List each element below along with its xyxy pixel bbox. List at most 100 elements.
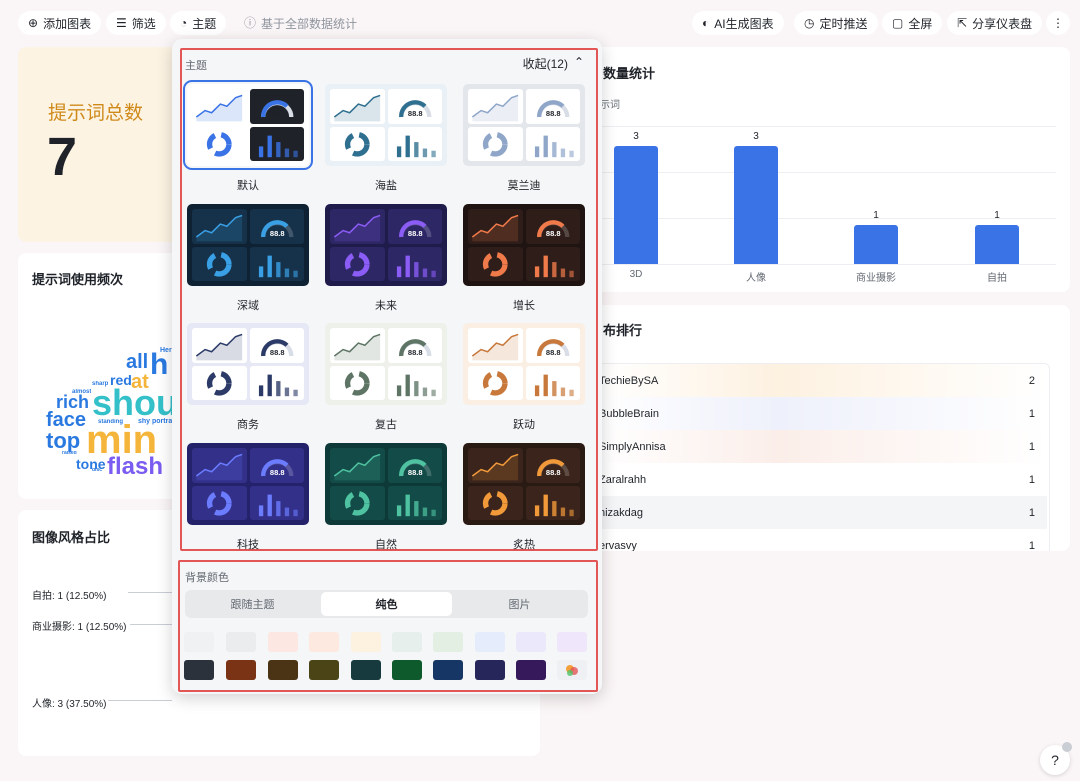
- stat-scope-label: ⓘ 基于全部数据统计: [244, 16, 358, 31]
- color-swatch[interactable]: [351, 660, 381, 680]
- plus-circle-icon: ⊕: [28, 16, 39, 30]
- tab-follow-theme[interactable]: 跟随主题: [187, 592, 318, 616]
- color-swatch[interactable]: [433, 632, 463, 652]
- ranking-row: Zaralrahh 1: [599, 463, 1047, 496]
- wordcloud-word: Her: [160, 347, 172, 354]
- color-swatch[interactable]: [557, 632, 587, 652]
- ranking-value: 1: [1028, 506, 1035, 519]
- wordcloud-title: 提示词使用频次: [32, 272, 124, 287]
- theme-option[interactable]: 88.8: [183, 80, 313, 170]
- theme-option[interactable]: 88.8: [463, 84, 585, 166]
- info-icon: ⓘ: [244, 16, 257, 30]
- theme-preview-cell: [192, 328, 247, 363]
- theme-name: 跃动: [513, 419, 535, 431]
- custom-color-picker-icon[interactable]: [557, 660, 587, 680]
- theme-option[interactable]: 88.8: [463, 204, 585, 286]
- theme-preview-cell: 88.8: [249, 328, 304, 363]
- ai-chart-button[interactable]: ◐ AI生成图表: [692, 11, 784, 35]
- theme-option[interactable]: 88.8: [325, 204, 447, 286]
- color-swatch[interactable]: [351, 632, 381, 652]
- color-swatch[interactable]: [309, 660, 339, 680]
- wordcloud-word: raised: [62, 451, 77, 456]
- color-swatch[interactable]: [475, 632, 505, 652]
- theme-preview-cell: [249, 246, 304, 281]
- theme-option[interactable]: 88.8: [325, 443, 447, 525]
- theme-preview-cell: 88.8: [249, 89, 304, 124]
- theme-preview-cell: [387, 246, 442, 281]
- tab-solid-color[interactable]: 纯色: [321, 592, 452, 616]
- bar-chart-category-label: 商业摄影: [856, 273, 896, 284]
- theme-preview-cell: 88.8: [387, 209, 442, 244]
- more-button[interactable]: ⋮: [1046, 11, 1070, 35]
- color-swatch[interactable]: [309, 632, 339, 652]
- svg-text:88.8: 88.8: [269, 229, 284, 238]
- theme-preview-cell: [192, 448, 247, 483]
- bar-chart-gridline: [600, 172, 1056, 173]
- theme-preview-cell: [387, 365, 442, 400]
- theme-preview-cell: [330, 328, 385, 363]
- theme-preview-cell: [468, 89, 523, 124]
- pie-label: 商业摄影: 1 (12.50%): [32, 622, 127, 633]
- theme-option[interactable]: 88.8: [187, 443, 309, 525]
- add-chart-button[interactable]: ⊕ 添加图表: [18, 11, 102, 35]
- wordcloud-word: face: [46, 410, 87, 430]
- ranking-row: TechieBySA 2: [599, 364, 1047, 397]
- theme-name: 科技: [237, 539, 259, 551]
- theme-preview-cell: 88.8: [387, 448, 442, 483]
- theme-preview-cell: [330, 365, 385, 400]
- color-swatch[interactable]: [392, 660, 422, 680]
- theme-option[interactable]: 88.8: [325, 323, 447, 405]
- bar-chart-category-label: 3D: [629, 269, 643, 280]
- color-swatch[interactable]: [226, 632, 256, 652]
- theme-option[interactable]: 88.8: [463, 323, 585, 405]
- theme-button[interactable]: ◔ 主题: [170, 11, 227, 35]
- theme-preview-cell: [330, 89, 385, 124]
- collapse-toggle[interactable]: 收起(12) ⌃: [523, 55, 584, 72]
- theme-preview-cell: [249, 485, 304, 520]
- tab-image[interactable]: 图片: [454, 592, 585, 616]
- ranking-name: BubbleBrain: [599, 407, 659, 420]
- color-swatch[interactable]: [516, 632, 546, 652]
- filter-button[interactable]: ☰ 筛选: [106, 11, 166, 35]
- schedule-button[interactable]: ◷ 定时推送: [794, 11, 878, 35]
- ranking-value: 1: [1028, 407, 1035, 420]
- color-swatch[interactable]: [516, 660, 546, 680]
- fullscreen-icon: ▢: [892, 16, 904, 30]
- color-swatch[interactable]: [184, 632, 214, 652]
- theme-preview-cell: [330, 485, 385, 520]
- fullscreen-button[interactable]: ▢ 全屏: [882, 11, 943, 35]
- color-swatch[interactable]: [268, 660, 298, 680]
- svg-text:88.8: 88.8: [407, 348, 422, 357]
- color-swatch[interactable]: [184, 660, 214, 680]
- theme-option[interactable]: 88.8: [463, 443, 585, 525]
- background-section-label: 背景颜色: [185, 572, 229, 584]
- theme-preview-cell: [192, 365, 247, 400]
- share-button[interactable]: ⇱ 分享仪表盘: [947, 11, 1043, 35]
- color-swatch[interactable]: [226, 660, 256, 680]
- bar-chart-bar: [975, 225, 1019, 264]
- theme-name: 未来: [375, 300, 397, 312]
- theme-name: 炙热: [513, 539, 535, 551]
- theme-option[interactable]: 88.8: [325, 84, 447, 166]
- color-swatch[interactable]: [268, 632, 298, 652]
- theme-option[interactable]: 88.8: [187, 323, 309, 405]
- wordcloud-word: shou: [92, 385, 178, 421]
- theme-preview-cell: [525, 246, 580, 281]
- theme-preview-cell: [468, 328, 523, 363]
- color-swatch[interactable]: [433, 660, 463, 680]
- wordcloud-word: disc: [92, 468, 103, 473]
- pie-title: 图像风格占比: [32, 530, 111, 545]
- theme-preview-cell: [387, 485, 442, 520]
- color-swatch[interactable]: [475, 660, 505, 680]
- ranking-name: SimplyAnnisa: [599, 440, 666, 453]
- theme-preview-cell: [468, 448, 523, 483]
- theme-preview-cell: [468, 209, 523, 244]
- ranking-row: SimplyAnnisa 1: [599, 430, 1047, 463]
- ai-icon: ◐: [702, 16, 710, 30]
- theme-option[interactable]: 88.8: [187, 204, 309, 286]
- color-swatch[interactable]: [392, 632, 422, 652]
- pie-label: 人像: 3 (37.50%): [32, 699, 107, 710]
- pie-leader-line: [108, 700, 172, 701]
- theme-preview-cell: [249, 365, 304, 400]
- theme-preview-cell: [330, 448, 385, 483]
